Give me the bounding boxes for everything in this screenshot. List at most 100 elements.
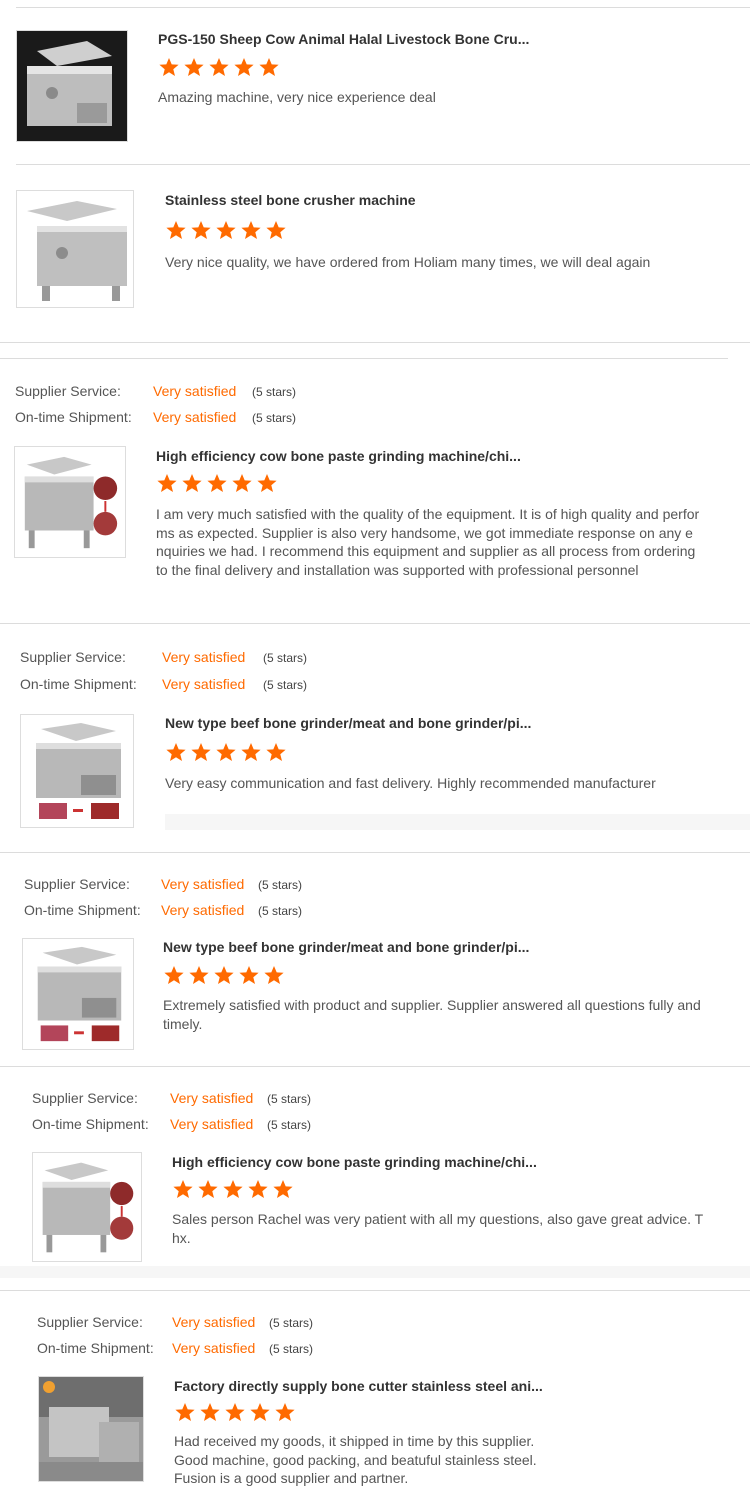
star-icon [258,57,280,77]
product-title[interactable]: New type beef bone grinder/meat and bone… [163,939,529,955]
review-divider [16,164,750,165]
review-text: Amazing machine, very nice experience de… [158,89,436,105]
background-band [165,814,750,830]
star-count: (5 stars) [269,1342,314,1356]
star-icon [231,473,253,493]
star-icon [272,1179,294,1199]
star-rating [174,1402,299,1422]
product-title[interactable]: New type beef bone grinder/meat and bone… [165,715,531,731]
star-icon [181,473,203,493]
star-icon [190,220,212,240]
star-icon [215,220,237,240]
product-thumbnail[interactable] [16,190,134,308]
product-title[interactable]: High efficiency cow bone paste grinding … [172,1154,537,1170]
background-band [0,1266,750,1278]
review-divider [0,623,750,624]
supplier-service-label: Supplier Service: [20,649,126,665]
product-title[interactable]: Factory directly supply bone cutter stai… [174,1378,543,1394]
star-count: (5 stars) [263,651,308,665]
bone-grinder-with-meat-icon [15,447,125,557]
star-icon [233,57,255,77]
ontime-shipment-label: On-time Shipment: [20,676,137,692]
star-icon [265,220,287,240]
star-count: (5 stars) [258,904,303,918]
star-icon [213,965,235,985]
star-icon [238,965,260,985]
star-count: (5 stars) [263,678,308,692]
star-icon [240,742,262,762]
star-icon [263,965,285,985]
star-icon [165,742,187,762]
star-icon [222,1179,244,1199]
star-icon [240,220,262,240]
satisfaction-value: Very satisfied [172,1314,256,1330]
ontime-shipment-label: On-time Shipment: [24,902,141,918]
review-text: I am very much satisfied with the qualit… [156,506,700,578]
review-divider [0,358,728,359]
star-rating [158,57,283,77]
satisfaction-value: Very satisfied [161,902,245,918]
star-icon [265,742,287,762]
product-title[interactable]: High efficiency cow bone paste grinding … [156,448,521,464]
star-icon [158,57,180,77]
review-divider [0,1290,750,1291]
top-divider [16,7,750,8]
star-icon [163,965,185,985]
star-count: (5 stars) [267,1118,312,1132]
star-icon [188,965,210,985]
review-text: Extremely satisfied with product and sup… [163,997,701,1032]
product-title[interactable]: Stainless steel bone crusher machine [165,192,416,208]
product-title[interactable]: PGS-150 Sheep Cow Animal Halal Livestock… [158,31,529,47]
bone-grinder-with-meat-icon [33,1153,141,1261]
satisfaction-value: Very satisfied [162,649,246,665]
review-divider [0,1066,750,1067]
star-count: (5 stars) [258,878,303,892]
star-count: (5 stars) [252,411,297,425]
star-count: (5 stars) [267,1092,312,1106]
satisfaction-value: Very satisfied [170,1090,254,1106]
satisfaction-value: Very satisfied [153,383,237,399]
star-count: (5 stars) [269,1316,314,1330]
star-rating [165,220,290,240]
product-thumbnail[interactable] [16,30,128,142]
star-icon [224,1402,246,1422]
bone-grinder-with-meat-icon [23,939,133,1049]
satisfaction-value: Very satisfied [170,1116,254,1132]
review-text: Very easy communication and fast deliver… [165,775,656,791]
bone-crusher-machine-icon [17,31,127,141]
review-text: Sales person Rachel was very patient wit… [172,1211,704,1246]
satisfaction-value: Very satisfied [161,876,245,892]
star-icon [247,1179,269,1199]
star-icon [174,1402,196,1422]
satisfaction-value: Very satisfied [162,676,246,692]
ontime-shipment-label: On-time Shipment: [37,1340,154,1356]
ontime-shipment-label: On-time Shipment: [32,1116,149,1132]
star-icon [206,473,228,493]
supplier-service-label: Supplier Service: [24,876,130,892]
review-divider [0,342,750,343]
star-rating [156,473,281,493]
supplier-service-label: Supplier Service: [15,383,121,399]
star-icon [208,57,230,77]
product-thumbnail[interactable] [32,1152,142,1262]
factory-machine-photo-icon [39,1377,143,1481]
star-icon [156,473,178,493]
star-icon [197,1179,219,1199]
supplier-service-label: Supplier Service: [37,1314,143,1330]
star-icon [183,57,205,77]
product-thumbnail[interactable] [20,714,134,828]
star-icon [165,220,187,240]
product-thumbnail[interactable] [14,446,126,558]
star-icon [199,1402,221,1422]
review-text: Had received my goods, it shipped in tim… [174,1433,537,1486]
satisfaction-value: Very satisfied [153,409,237,425]
star-count: (5 stars) [252,385,297,399]
satisfaction-value: Very satisfied [172,1340,256,1356]
bone-grinder-with-meat-icon [21,715,133,827]
product-thumbnail[interactable] [22,938,134,1050]
bone-crusher-machine-icon [17,191,133,307]
star-icon [256,473,278,493]
star-icon [172,1179,194,1199]
product-thumbnail[interactable] [38,1376,144,1482]
review-text: Very nice quality, we have ordered from … [165,254,651,270]
